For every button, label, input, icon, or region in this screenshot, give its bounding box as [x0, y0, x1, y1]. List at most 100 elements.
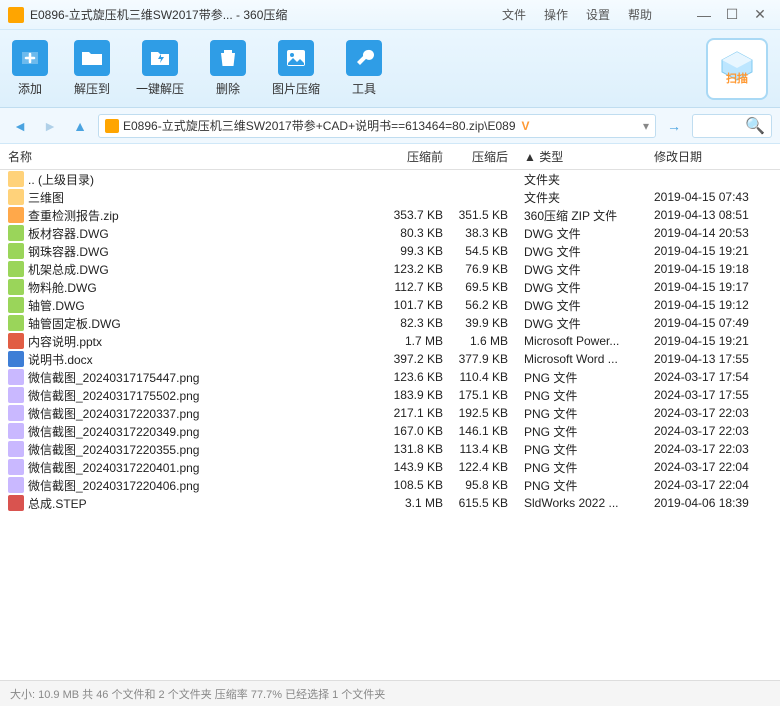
file-name: 内容说明.pptx	[28, 333, 102, 350]
size-before: 217.1 KB	[386, 406, 451, 420]
add-icon	[12, 40, 48, 76]
tool-image[interactable]: 图片压缩	[272, 40, 320, 97]
tool-folder[interactable]: 解压到	[74, 40, 110, 97]
go-button[interactable]: →	[662, 114, 686, 138]
file-name: 说明书.docx	[28, 351, 93, 368]
file-row[interactable]: .. (上级目录) 文件夹	[0, 170, 780, 188]
file-type: PNG 文件	[516, 441, 646, 458]
tool-trash[interactable]: 删除	[210, 40, 246, 97]
file-row[interactable]: 内容说明.pptx 1.7 MB 1.6 MB Microsoft Power.…	[0, 332, 780, 350]
file-date: 2024-03-17 22:04	[646, 478, 780, 492]
file-date: 2019-04-15 19:21	[646, 334, 780, 348]
file-type: DWG 文件	[516, 279, 646, 296]
back-button[interactable]: ◄	[8, 114, 32, 138]
file-date: 2019-04-06 18:39	[646, 496, 780, 510]
scan-icon: 扫描	[718, 50, 756, 88]
file-date: 2024-03-17 17:54	[646, 370, 780, 384]
file-row[interactable]: 微信截图_20240317220337.png 217.1 KB 192.5 K…	[0, 404, 780, 422]
maximize-button[interactable]: ☐	[720, 6, 744, 24]
tool-label: 图片压缩	[272, 80, 320, 97]
file-icon	[8, 459, 24, 475]
tool-bolt[interactable]: 一键解压	[136, 40, 184, 97]
file-type: DWG 文件	[516, 243, 646, 260]
file-type: DWG 文件	[516, 297, 646, 314]
forward-button[interactable]: ►	[38, 114, 62, 138]
file-date: 2019-04-14 20:53	[646, 226, 780, 240]
file-row[interactable]: 查重检测报告.zip 353.7 KB 351.5 KB 360压缩 ZIP 文…	[0, 206, 780, 224]
file-date: 2019-04-15 19:17	[646, 280, 780, 294]
file-row[interactable]: 机架总成.DWG 123.2 KB 76.9 KB DWG 文件 2019-04…	[0, 260, 780, 278]
file-row[interactable]: 微信截图_20240317175447.png 123.6 KB 110.4 K…	[0, 368, 780, 386]
trash-icon	[210, 40, 246, 76]
file-row[interactable]: 微信截图_20240317220355.png 131.8 KB 113.4 K…	[0, 440, 780, 458]
file-icon	[8, 207, 24, 223]
col-date[interactable]: 修改日期	[646, 148, 780, 165]
archive-icon	[105, 119, 119, 133]
chevron-down-icon[interactable]: ▾	[643, 119, 649, 133]
col-name[interactable]: 名称	[8, 148, 386, 165]
file-row[interactable]: 总成.STEP 3.1 MB 615.5 KB SldWorks 2022 ..…	[0, 494, 780, 512]
close-button[interactable]: ✕	[748, 6, 772, 24]
size-after: 69.5 KB	[451, 280, 516, 294]
menu-file[interactable]: 文件	[502, 6, 526, 23]
minimize-button[interactable]: ―	[692, 6, 716, 24]
size-after: 146.1 KB	[451, 424, 516, 438]
file-row[interactable]: 物料舱.DWG 112.7 KB 69.5 KB DWG 文件 2019-04-…	[0, 278, 780, 296]
file-row[interactable]: 说明书.docx 397.2 KB 377.9 KB Microsoft Wor…	[0, 350, 780, 368]
file-name: 钢珠容器.DWG	[28, 243, 109, 260]
menu-operation[interactable]: 操作	[544, 6, 568, 23]
window-controls: ― ☐ ✕	[692, 6, 772, 24]
file-row[interactable]: 微信截图_20240317220406.png 108.5 KB 95.8 KB…	[0, 476, 780, 494]
size-after: 351.5 KB	[451, 208, 516, 222]
file-date: 2019-04-13 17:55	[646, 352, 780, 366]
file-name: 机架总成.DWG	[28, 261, 109, 278]
image-icon	[278, 40, 314, 76]
vip-badge: V	[522, 119, 530, 133]
file-icon	[8, 423, 24, 439]
file-name: 物料舱.DWG	[28, 279, 97, 296]
file-row[interactable]: 微信截图_20240317220401.png 143.9 KB 122.4 K…	[0, 458, 780, 476]
file-row[interactable]: 微信截图_20240317175502.png 183.9 KB 175.1 K…	[0, 386, 780, 404]
scan-button[interactable]: 扫描	[706, 38, 768, 100]
tool-wrench[interactable]: 工具	[346, 40, 382, 97]
size-after: 76.9 KB	[451, 262, 516, 276]
size-before: 82.3 KB	[386, 316, 451, 330]
status-text: 大小: 10.9 MB 共 46 个文件和 2 个文件夹 压缩率 77.7% 已…	[10, 686, 385, 702]
size-after: 192.5 KB	[451, 406, 516, 420]
file-icon	[8, 279, 24, 295]
file-row[interactable]: 钢珠容器.DWG 99.3 KB 54.5 KB DWG 文件 2019-04-…	[0, 242, 780, 260]
file-name: 微信截图_20240317220349.png	[28, 423, 199, 440]
bolt-icon	[142, 40, 178, 76]
tool-add[interactable]: 添加	[12, 40, 48, 97]
file-icon	[8, 477, 24, 493]
file-row[interactable]: 轴管.DWG 101.7 KB 56.2 KB DWG 文件 2019-04-1…	[0, 296, 780, 314]
file-row[interactable]: 轴管固定板.DWG 82.3 KB 39.9 KB DWG 文件 2019-04…	[0, 314, 780, 332]
search-input[interactable]: 🔍	[692, 114, 772, 138]
file-row[interactable]: 板材容器.DWG 80.3 KB 38.3 KB DWG 文件 2019-04-…	[0, 224, 780, 242]
tool-label: 解压到	[74, 80, 110, 97]
col-before[interactable]: 压缩前	[386, 148, 451, 165]
size-after: 377.9 KB	[451, 352, 516, 366]
file-date: 2019-04-15 19:12	[646, 298, 780, 312]
menu-help[interactable]: 帮助	[628, 6, 652, 23]
size-after: 175.1 KB	[451, 388, 516, 402]
menu-settings[interactable]: 设置	[586, 6, 610, 23]
file-name: 微信截图_20240317175447.png	[28, 369, 199, 386]
file-row[interactable]: 微信截图_20240317220349.png 167.0 KB 146.1 K…	[0, 422, 780, 440]
up-button[interactable]: ▲	[68, 114, 92, 138]
path-input[interactable]: E0896-立式旋压机三维SW2017带参+CAD+说明书==613464=80…	[98, 114, 656, 138]
tool-label: 工具	[352, 80, 376, 97]
size-after: 122.4 KB	[451, 460, 516, 474]
column-headers: 名称 压缩前 压缩后 ▲ 类型 修改日期	[0, 144, 780, 170]
col-type[interactable]: ▲ 类型	[516, 148, 646, 165]
tool-label: 一键解压	[136, 80, 184, 97]
col-after[interactable]: 压缩后	[451, 148, 516, 165]
file-icon	[8, 171, 24, 187]
size-after: 56.2 KB	[451, 298, 516, 312]
size-before: 167.0 KB	[386, 424, 451, 438]
file-type: PNG 文件	[516, 423, 646, 440]
file-row[interactable]: 三维图 文件夹 2019-04-15 07:43	[0, 188, 780, 206]
file-date: 2019-04-15 19:21	[646, 244, 780, 258]
size-before: 80.3 KB	[386, 226, 451, 240]
file-type: DWG 文件	[516, 225, 646, 242]
